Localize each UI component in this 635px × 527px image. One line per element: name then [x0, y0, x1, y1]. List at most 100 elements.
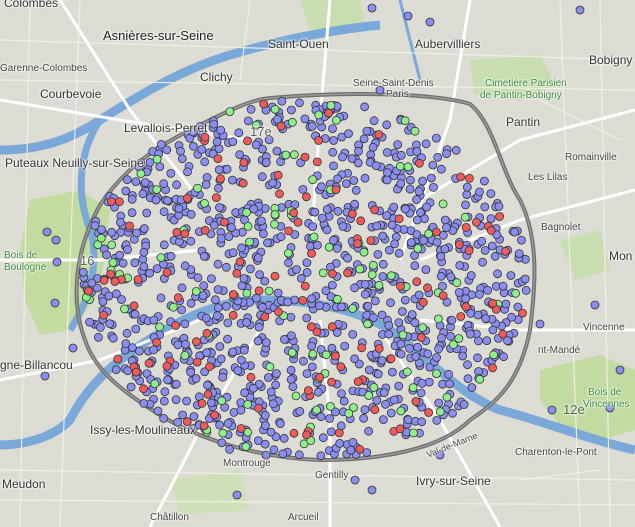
map-marker-green[interactable]: [400, 116, 410, 126]
map-marker-blue[interactable]: [288, 382, 298, 392]
map-marker-blue[interactable]: [217, 438, 227, 448]
map-marker-blue[interactable]: [368, 142, 378, 152]
map-marker-green[interactable]: [180, 350, 190, 360]
map-marker-red[interactable]: [343, 268, 353, 278]
map-marker-green[interactable]: [308, 175, 318, 185]
map-marker-red[interactable]: [374, 130, 384, 139]
map-marker-blue[interactable]: [223, 418, 233, 428]
map-marker-blue[interactable]: [350, 354, 360, 364]
map-marker-blue[interactable]: [139, 398, 149, 408]
map-marker-blue[interactable]: [350, 199, 360, 209]
map-marker-green[interactable]: [93, 240, 103, 250]
map-marker-blue[interactable]: [209, 119, 219, 129]
map-marker-red[interactable]: [180, 229, 190, 239]
map-marker-blue[interactable]: [51, 235, 61, 245]
map-marker-blue[interactable]: [432, 237, 442, 247]
map-marker-blue[interactable]: [451, 145, 461, 155]
map-marker-blue[interactable]: [171, 379, 181, 389]
map-marker-blue[interactable]: [384, 320, 394, 330]
map-marker-red[interactable]: [314, 136, 324, 145]
map-marker-blue[interactable]: [140, 178, 150, 187]
map-marker-blue[interactable]: [318, 433, 328, 443]
map-marker-blue[interactable]: [253, 436, 263, 446]
map-marker-green[interactable]: [264, 286, 274, 296]
map-marker-blue[interactable]: [96, 322, 105, 332]
map-marker-green[interactable]: [291, 391, 301, 401]
map-marker-blue[interactable]: [405, 175, 415, 185]
map-marker-blue[interactable]: [394, 381, 404, 391]
map-marker-blue[interactable]: [166, 251, 176, 261]
map-marker-blue[interactable]: [316, 451, 326, 461]
map-marker-blue[interactable]: [122, 175, 132, 185]
map-marker-blue[interactable]: [130, 309, 140, 319]
map-marker-red[interactable]: [356, 216, 366, 226]
map-marker-blue[interactable]: [382, 175, 392, 185]
map-marker-blue[interactable]: [432, 353, 442, 362]
map-marker-red[interactable]: [106, 269, 116, 279]
map-marker-blue[interactable]: [186, 209, 196, 219]
map-marker-green[interactable]: [200, 198, 209, 208]
map-marker-blue[interactable]: [257, 302, 267, 312]
map-marker-blue[interactable]: [298, 184, 308, 194]
map-marker-blue[interactable]: [251, 140, 261, 150]
map-marker-blue[interactable]: [369, 116, 379, 126]
map-marker-red[interactable]: [395, 424, 405, 434]
map-marker-blue[interactable]: [348, 329, 358, 339]
map-marker-green[interactable]: [452, 278, 462, 288]
map-marker-blue[interactable]: [447, 315, 457, 325]
map-marker-blue[interactable]: [268, 399, 278, 409]
map-marker-red[interactable]: [518, 308, 527, 318]
map-marker-blue[interactable]: [517, 235, 526, 245]
map-marker-red[interactable]: [173, 293, 183, 303]
map-marker-blue[interactable]: [261, 338, 271, 347]
map-marker-blue[interactable]: [236, 355, 246, 365]
map-marker-blue[interactable]: [360, 279, 370, 289]
map-marker-blue[interactable]: [429, 182, 438, 192]
map-marker-blue[interactable]: [131, 324, 141, 334]
map-marker-blue[interactable]: [226, 223, 236, 232]
map-marker-blue[interactable]: [382, 120, 392, 130]
map-marker-green[interactable]: [386, 271, 396, 281]
map-marker-green[interactable]: [433, 314, 443, 324]
map-marker-blue[interactable]: [405, 184, 415, 194]
map-marker-red[interactable]: [486, 225, 496, 235]
map-marker-blue[interactable]: [480, 245, 490, 255]
map-marker-blue[interactable]: [149, 345, 159, 355]
map-marker-red[interactable]: [300, 281, 310, 291]
map-marker-red[interactable]: [239, 158, 249, 167]
map-marker-blue[interactable]: [440, 244, 450, 254]
map-marker-red[interactable]: [327, 322, 337, 332]
map-marker-blue[interactable]: [346, 445, 356, 455]
map-marker-red[interactable]: [192, 357, 202, 367]
map-marker-blue[interactable]: [360, 173, 370, 183]
map-marker-blue[interactable]: [322, 205, 332, 214]
map-marker-green[interactable]: [270, 104, 280, 114]
map-marker-blue[interactable]: [202, 348, 212, 358]
map-marker-blue[interactable]: [547, 405, 557, 415]
map-marker-blue[interactable]: [182, 396, 192, 406]
map-marker-green[interactable]: [312, 405, 322, 415]
map-marker-red[interactable]: [300, 152, 310, 162]
map-marker-blue[interactable]: [122, 328, 132, 338]
map-marker-blue[interactable]: [421, 139, 431, 149]
map-marker-blue[interactable]: [379, 388, 389, 398]
map-marker-green[interactable]: [136, 169, 146, 179]
map-marker-red[interactable]: [302, 430, 312, 440]
map-marker-blue[interactable]: [455, 260, 465, 270]
map-marker-green[interactable]: [326, 101, 336, 110]
map-marker-blue[interactable]: [615, 365, 625, 375]
map-marker-blue[interactable]: [389, 395, 399, 405]
map-marker-blue[interactable]: [206, 398, 216, 408]
map-marker-blue[interactable]: [335, 438, 345, 448]
map-marker-green[interactable]: [289, 150, 299, 160]
map-marker-blue[interactable]: [488, 325, 498, 335]
map-marker-red[interactable]: [246, 372, 256, 382]
map-marker-blue[interactable]: [78, 267, 88, 277]
map-marker-blue[interactable]: [348, 437, 358, 447]
map-marker-blue[interactable]: [312, 240, 322, 250]
map-marker-blue[interactable]: [151, 195, 161, 205]
map-marker-blue[interactable]: [308, 222, 318, 232]
map-marker-blue[interactable]: [213, 303, 223, 313]
map-marker-blue[interactable]: [215, 203, 224, 212]
map-marker-red[interactable]: [129, 301, 139, 311]
